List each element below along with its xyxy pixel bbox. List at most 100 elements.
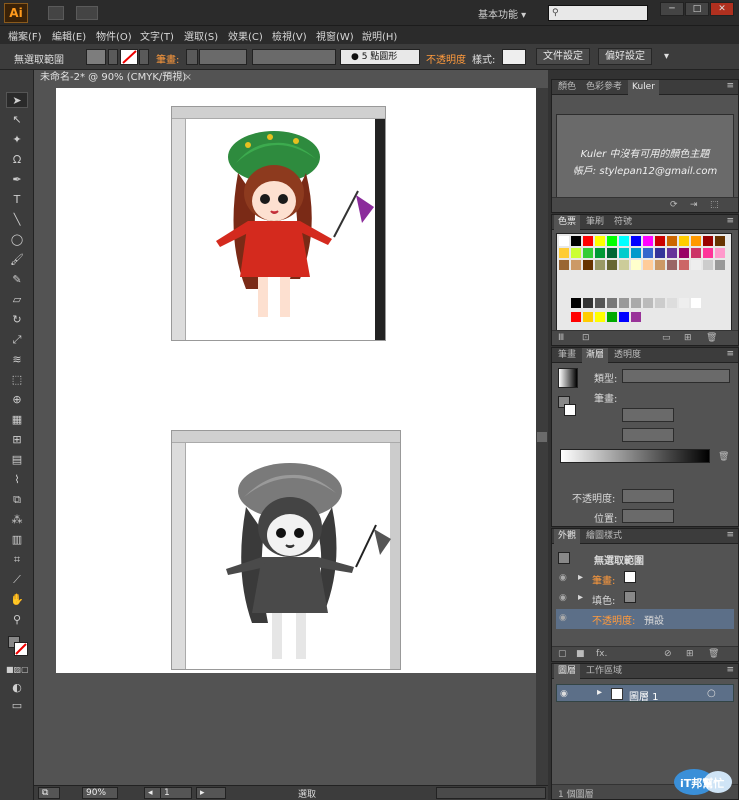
target-circle-icon[interactable]: ○ (707, 688, 716, 699)
paintbrush-tool-icon[interactable]: 🖌 (6, 252, 28, 268)
arrange-documents-button[interactable] (76, 6, 98, 20)
swatch[interactable] (571, 236, 581, 246)
tab-brushes[interactable]: 筆刷 (582, 215, 608, 230)
layer-row[interactable]: ◉ ▸ 圖層 1 ○ (556, 684, 734, 703)
bridge-button[interactable] (48, 6, 64, 20)
swatch[interactable] (667, 260, 677, 270)
color-mode-icons[interactable]: ■▨▢ (6, 662, 29, 678)
menu-help[interactable]: 說明(H) (362, 28, 397, 43)
menu-edit[interactable]: 編輯(E) (52, 28, 86, 43)
gradient-opacity-field[interactable] (622, 489, 674, 503)
line-tool-icon[interactable]: ╲ (6, 212, 28, 228)
slice-tool-icon[interactable]: ⟋ (6, 572, 28, 588)
menu-effect[interactable]: 效果(C) (228, 28, 263, 43)
appearance-stroke-row[interactable]: ◉ ▸ 筆畫: (556, 569, 734, 589)
direct-selection-tool-icon[interactable]: ↖ (6, 112, 28, 128)
rotate-tool-icon[interactable]: ↻ (6, 312, 28, 328)
color-group-swatch[interactable] (607, 312, 617, 322)
type-tool-icon[interactable]: T (6, 192, 28, 208)
tab-stroke[interactable]: 筆畫 (554, 348, 580, 363)
document-setup-button[interactable]: 文件設定 (536, 48, 590, 65)
delete-item-icon[interactable]: 🗑 (708, 649, 719, 659)
disclosure-triangle-icon[interactable]: ▸ (597, 687, 602, 698)
color-group-swatch[interactable] (619, 312, 629, 322)
selection-tool-icon[interactable]: ➤ (6, 92, 28, 108)
swatch[interactable] (583, 236, 593, 246)
horizontal-scrollbar[interactable] (436, 787, 546, 799)
swatch[interactable] (679, 236, 689, 246)
swatch[interactable] (559, 248, 569, 258)
swatch-libraries-icon[interactable]: Ⅲ (558, 333, 564, 343)
layer-name[interactable]: 圖層 1 (629, 688, 659, 703)
status-icons[interactable]: ⧉ (38, 787, 60, 799)
swatch[interactable] (619, 260, 629, 270)
panel-menu-icon[interactable]: ≡ (726, 665, 734, 675)
swatch[interactable] (715, 248, 725, 258)
disclosure-triangle-icon[interactable]: ▸ (578, 592, 583, 603)
link-icon[interactable]: ⬚ (710, 200, 719, 210)
grey-swatch[interactable] (655, 298, 665, 308)
gradient-preview-swatch[interactable] (558, 368, 578, 388)
document-tab[interactable]: 未命名-2* @ 90% (CMYK/預視) × (36, 70, 196, 86)
scale-tool-icon[interactable]: ⤢ (6, 332, 28, 348)
scrollbar-thumb[interactable] (537, 432, 547, 442)
perspective-grid-tool-icon[interactable]: ▦ (6, 412, 28, 428)
tab-graphic-styles[interactable]: 繪圖樣式 (582, 529, 626, 544)
swatch[interactable] (667, 248, 677, 258)
graphic-style-swatch[interactable] (502, 49, 526, 65)
visibility-eye-icon[interactable]: ◉ (559, 593, 567, 603)
opacity-label[interactable]: 不透明度 (426, 51, 466, 66)
swatch[interactable] (691, 248, 701, 258)
fill-dropdown-arrow[interactable] (108, 49, 118, 65)
vertical-scrollbar[interactable] (536, 88, 548, 785)
gradient-slider[interactable] (560, 449, 710, 463)
fill-swatch[interactable] (86, 49, 106, 65)
new-swatch-icon[interactable]: ⊞ (684, 333, 692, 343)
color-group-swatch[interactable] (571, 312, 581, 322)
clear-appearance-icon[interactable]: ⊘ (664, 649, 672, 659)
delete-stop-icon[interactable]: 🗑 (718, 452, 729, 462)
tab-color-guide[interactable]: 色彩參考 (582, 80, 626, 95)
swatch-kinds-icon[interactable]: ⊡ (582, 333, 590, 343)
stroke-color-icon[interactable] (564, 404, 576, 416)
artboard-tool-icon[interactable]: ⌗ (6, 552, 28, 568)
grey-swatch[interactable] (607, 298, 617, 308)
appearance-fill-row[interactable]: ◉ ▸ 填色: (556, 589, 734, 609)
gradient-angle-field[interactable] (622, 408, 674, 422)
swatch[interactable] (607, 236, 617, 246)
menu-file[interactable]: 檔案(F) (8, 28, 42, 43)
next-artboard-button[interactable]: ▸ (196, 787, 226, 799)
artboard[interactable] (56, 88, 536, 673)
duplicate-item-icon[interactable]: ⊞ (686, 649, 694, 659)
gradient-aspect-field[interactable] (622, 428, 674, 442)
grey-swatch[interactable] (643, 298, 653, 308)
menu-object[interactable]: 物件(O) (96, 28, 132, 43)
appearance-fill-swatch[interactable] (624, 591, 636, 603)
swatch[interactable] (559, 260, 569, 270)
swatch[interactable] (559, 236, 569, 246)
disclosure-triangle-icon[interactable]: ▸ (578, 572, 583, 583)
swatch[interactable] (607, 248, 617, 258)
stroke-weight-stepper[interactable] (186, 49, 198, 65)
swatch[interactable] (595, 236, 605, 246)
tab-swatches[interactable]: 色票 (554, 215, 581, 230)
blend-tool-icon[interactable]: ⧉ (6, 492, 28, 508)
tab-appearance[interactable]: 外觀 (554, 529, 581, 544)
swatch[interactable] (631, 248, 641, 258)
column-graph-tool-icon[interactable]: ▥ (6, 532, 28, 548)
menu-select[interactable]: 選取(S) (184, 28, 218, 43)
color-group-swatch[interactable] (583, 312, 593, 322)
hand-tool-icon[interactable]: ✋ (6, 592, 28, 608)
minimize-button[interactable]: ─ (660, 2, 684, 16)
eraser-tool-icon[interactable]: ▱ (6, 292, 28, 308)
swatch[interactable] (715, 260, 725, 270)
grey-swatch[interactable] (667, 298, 677, 308)
swatch[interactable] (691, 236, 701, 246)
stroke-label[interactable]: 筆畫: (156, 51, 179, 66)
gradient-position-field[interactable] (622, 509, 674, 523)
arrange-icon[interactable]: ▾ (664, 51, 669, 62)
shape-builder-tool-icon[interactable]: ⊕ (6, 392, 28, 408)
swatch[interactable] (715, 236, 725, 246)
refresh-icon[interactable]: ⟳ (670, 200, 678, 210)
swatch[interactable] (571, 260, 581, 270)
